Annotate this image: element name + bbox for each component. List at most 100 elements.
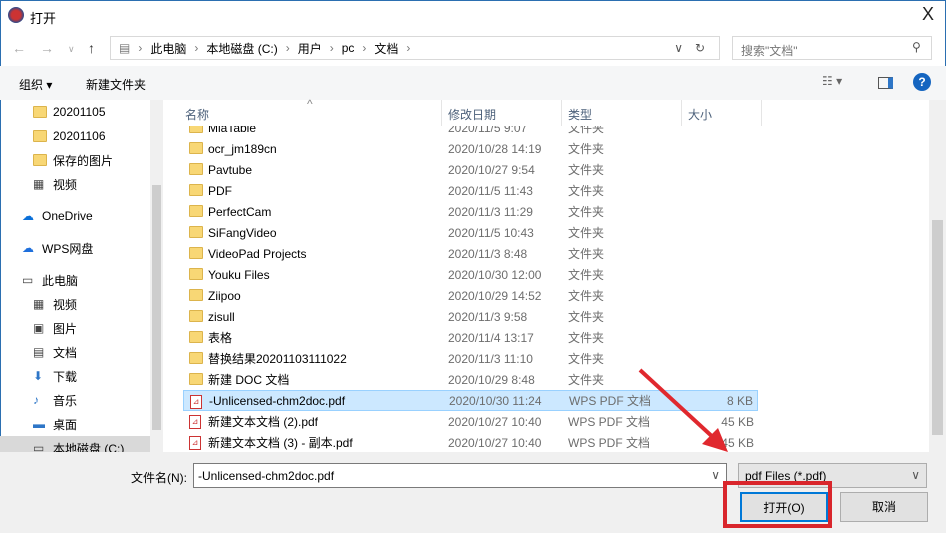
cloud-icon: ☁ <box>22 209 34 223</box>
video-icon: ▦ <box>33 177 45 191</box>
sidebar-item-label: 视频 <box>53 297 78 312</box>
file-row[interactable]: SiFangVideo 2020/11/5 10:43 文件夹 <box>183 222 758 243</box>
sidebar-item-label: 20201105 <box>53 105 106 119</box>
sidebar-item[interactable]: ☁ OneDrive <box>0 204 150 228</box>
file-date: 2020/11/3 9:58 <box>448 309 528 324</box>
organize-button[interactable]: 组织 ▾ <box>19 76 52 93</box>
folder-icon <box>189 268 203 280</box>
breadcrumb[interactable]: pc <box>342 41 355 55</box>
sidebar-item[interactable]: ▦ 视频 <box>0 292 150 316</box>
folder-icon <box>189 184 203 196</box>
file-name: ocr_jm189cn <box>208 141 277 156</box>
sidebar-item[interactable]: ▣ 图片 <box>0 316 150 340</box>
file-row[interactable]: PerfectCam 2020/11/3 11:29 文件夹 <box>183 201 758 222</box>
navigation-pane: 20201105 20201106 保存的图片 ▦ 视频 ☁ OneDrive ☁ WPS网盘 ▭… <box>0 100 163 452</box>
sidebar-item[interactable]: ▭ 此电脑 <box>0 268 150 292</box>
search-input[interactable]: 搜索"文档" <box>732 36 932 60</box>
computer-icon: ▭ <box>22 273 34 287</box>
file-name: PDF <box>208 183 232 198</box>
sidebar-item-label: 20201106 <box>53 129 106 143</box>
filename-input[interactable]: -Unlicensed-chm2doc.pdf ∨ <box>193 463 727 488</box>
folder-icon <box>189 352 203 364</box>
sidebar-item[interactable]: ♪ 音乐 <box>0 388 150 412</box>
folder-icon <box>189 247 203 259</box>
breadcrumb[interactable]: 本地磁盘 (C:) <box>206 40 277 57</box>
file-row[interactable]: Ziipoo 2020/10/29 14:52 文件夹 <box>183 285 758 306</box>
red-arrow <box>638 368 728 452</box>
column-type[interactable]: 类型 <box>568 106 592 123</box>
file-date: 2020/10/30 12:00 <box>448 267 542 282</box>
file-row[interactable]: Pavtube 2020/10/27 9:54 文件夹 <box>183 159 758 180</box>
breadcrumb[interactable]: 用户 <box>298 40 322 57</box>
sidebar-item-label: 下载 <box>53 369 78 384</box>
sidebar-item[interactable]: 20201105 <box>0 100 150 124</box>
up-icon[interactable]: ↑ <box>88 40 95 56</box>
chevron-down-icon[interactable]: ∨ <box>711 468 720 482</box>
sidebar-item[interactable]: ☁ WPS网盘 <box>0 236 150 260</box>
file-row[interactable]: 表格 2020/11/4 13:17 文件夹 <box>183 327 758 348</box>
file-date: 2020/10/27 9:54 <box>448 162 535 177</box>
sidebar-item[interactable]: 20201106 <box>0 124 150 148</box>
file-type: 文件夹 <box>568 352 605 366</box>
new-folder-button[interactable]: 新建文件夹 <box>86 76 146 93</box>
sidebar-item[interactable]: ▭ 本地磁盘 (C:) <box>0 436 150 452</box>
folder-icon <box>189 310 203 322</box>
file-row[interactable]: PDF 2020/11/5 11:43 文件夹 <box>183 180 758 201</box>
sidebar-item[interactable]: ▤ 文档 <box>0 340 150 364</box>
file-row[interactable]: ocr_jm189cn 2020/10/28 14:19 文件夹 <box>183 138 758 159</box>
window-title: 打开 <box>30 11 57 26</box>
chevron-down-icon: ∨ <box>911 468 920 482</box>
file-date: 2020/10/27 10:40 <box>448 435 542 450</box>
folder-icon <box>189 142 203 154</box>
forward-icon[interactable]: → <box>40 40 54 56</box>
music-icon: ♪ <box>33 393 39 407</box>
app-icon <box>8 7 24 23</box>
sidebar-item-label: 图片 <box>53 321 78 336</box>
column-date[interactable]: 修改日期 <box>448 106 496 123</box>
file-list-scrollbar[interactable] <box>929 100 946 452</box>
file-date: 2020/11/4 13:17 <box>448 330 534 345</box>
file-row[interactable]: zisull 2020/11/3 9:58 文件夹 <box>183 306 758 327</box>
file-type: 文件夹 <box>568 289 605 303</box>
back-icon[interactable]: ← <box>12 40 26 56</box>
close-button[interactable]: X <box>922 4 934 25</box>
column-name[interactable]: 名称 <box>185 106 209 123</box>
folder-icon <box>33 154 47 166</box>
file-row[interactable]: VideoPad Projects 2020/11/3 8:48 文件夹 <box>183 243 758 264</box>
folder-icon <box>33 130 47 142</box>
sidebar-item[interactable]: 保存的图片 <box>0 148 150 172</box>
column-size[interactable]: 大小 <box>688 106 712 123</box>
file-row[interactable]: Youku Files 2020/10/30 12:00 文件夹 <box>183 264 758 285</box>
recent-dropdown-icon[interactable]: ∨ <box>68 44 75 55</box>
file-name: 表格 <box>208 331 233 345</box>
sidebar-item[interactable]: ⬇ 下载 <box>0 364 150 388</box>
file-type: 文件夹 <box>568 373 605 387</box>
sidebar-item[interactable]: ▦ 视频 <box>0 172 150 196</box>
chevron-down-icon[interactable]: ∨ <box>674 41 683 55</box>
help-icon[interactable]: ? <box>913 73 931 91</box>
sidebar-item-label: 桌面 <box>53 417 78 432</box>
preview-pane-icon[interactable] <box>878 77 893 89</box>
view-options-icon[interactable]: ☷ ▾ <box>822 74 842 88</box>
refresh-icon[interactable]: ↻ <box>695 41 705 55</box>
address-bar[interactable]: ▤ › 此电脑 › 本地磁盘 (C:) › 用户 › pc › 文档 › ∨ ↻ <box>110 36 720 60</box>
folder-icon <box>189 205 203 217</box>
file-type: 文件夹 <box>568 205 605 219</box>
breadcrumb[interactable]: 此电脑 <box>150 40 186 57</box>
file-date: 2020/10/29 14:52 <box>448 288 542 303</box>
file-name: zisull <box>208 309 235 324</box>
file-name: Pavtube <box>208 162 253 177</box>
file-type: 文件夹 <box>568 310 605 324</box>
nav-scrollbar[interactable] <box>150 100 163 452</box>
download-icon: ⬇ <box>33 369 44 383</box>
file-date: 2020/10/29 8:48 <box>448 372 535 387</box>
file-row[interactable]: MiaTable 2020/11/5 9:07 文件夹 <box>183 126 758 138</box>
cancel-button[interactable]: 取消 <box>840 492 928 522</box>
file-date: 2020/10/28 14:19 <box>448 141 542 156</box>
file-type: 文件夹 <box>568 184 605 198</box>
sidebar-item[interactable]: ▬ 桌面 <box>0 412 150 436</box>
file-name: MiaTable <box>208 126 257 135</box>
breadcrumb[interactable]: 文档 <box>374 40 398 57</box>
sidebar-item-label: 音乐 <box>53 393 78 408</box>
file-name: -Unlicensed-chm2doc.pdf <box>209 393 346 408</box>
